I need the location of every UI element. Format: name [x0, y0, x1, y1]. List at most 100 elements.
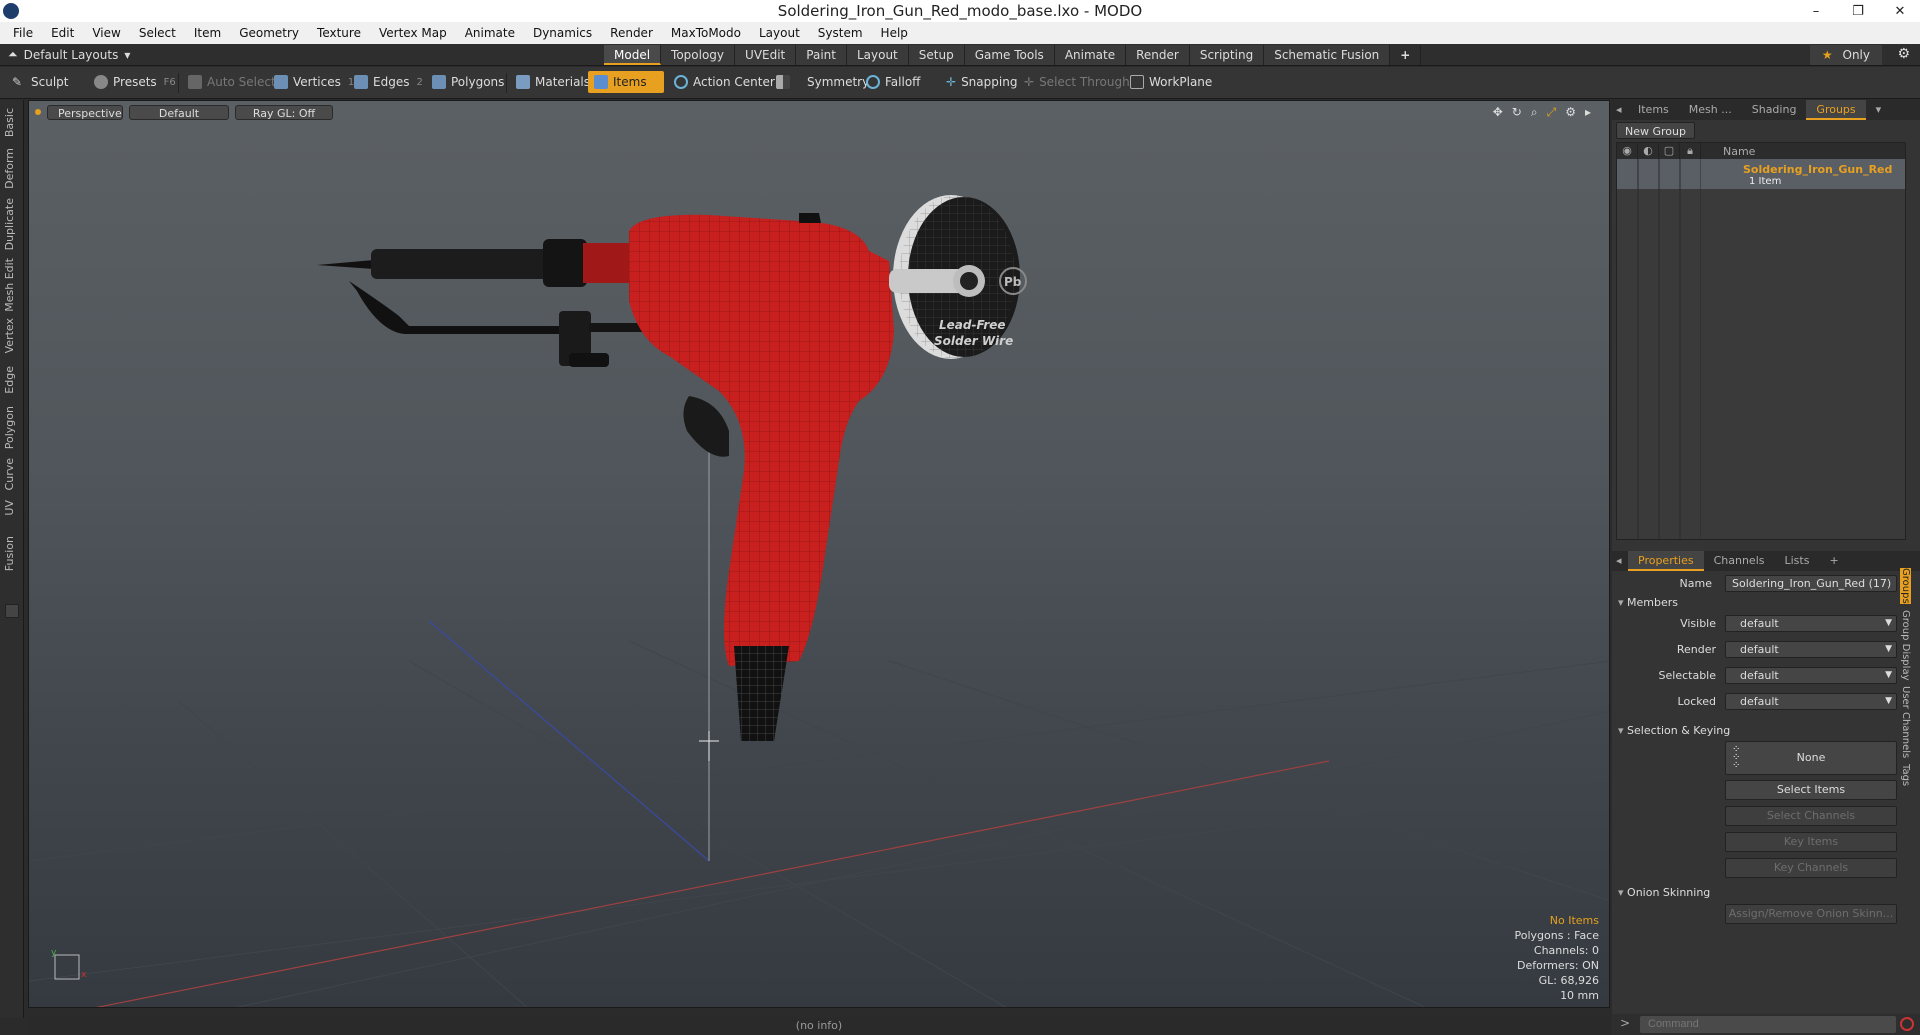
add-tab-button[interactable]: +	[1390, 45, 1422, 65]
tab-game-tools[interactable]: Game Tools	[964, 45, 1055, 65]
menu-select[interactable]: Select	[130, 26, 185, 40]
vtab-polygon[interactable]: Polygon	[3, 406, 16, 449]
assign-onion-button[interactable]: Assign/Remove Onion Skinn...	[1725, 904, 1897, 924]
tab-model[interactable]: Model	[604, 45, 662, 65]
snapping-button[interactable]: ✛ Snapping	[940, 71, 1023, 93]
vtab-fusion[interactable]: Fusion	[3, 536, 16, 571]
only-toggle[interactable]: ★ Only	[1809, 45, 1882, 65]
viewport-gear-icon[interactable]: ⚙	[1565, 105, 1576, 120]
action-center-button[interactable]: Action Center	[668, 71, 781, 93]
workplane-button[interactable]: WorkPlane	[1124, 71, 1218, 93]
minimize-button[interactable]: –	[1802, 4, 1830, 19]
sculpt-button[interactable]: ✎ Sculpt	[6, 71, 74, 93]
name-field[interactable]: Soldering_Iron_Gun_Red (17)	[1725, 574, 1897, 592]
vtab-groups[interactable]: Groups	[1900, 568, 1911, 604]
move-view-icon[interactable]: ✥	[1493, 105, 1503, 120]
vertices-button[interactable]: Vertices 1	[268, 71, 360, 93]
raygl-dropdown[interactable]: Ray GL: Off	[235, 104, 333, 120]
visible-dropdown[interactable]: default ▼	[1725, 614, 1897, 632]
command-input[interactable]	[1640, 1016, 1896, 1033]
materials-button[interactable]: Materials	[510, 71, 596, 93]
vtab-edge[interactable]: Edge	[3, 366, 16, 394]
menu-help[interactable]: Help	[872, 26, 917, 40]
tab-schematic-fusion[interactable]: Schematic Fusion	[1264, 45, 1391, 65]
menu-render[interactable]: Render	[601, 26, 662, 40]
tab-groups[interactable]: Groups	[1806, 100, 1866, 120]
selectable-dropdown[interactable]: default ▼	[1725, 666, 1897, 684]
tab-setup[interactable]: Setup	[908, 45, 965, 65]
vtab-uv[interactable]: UV	[3, 500, 16, 516]
panel-menu-icon[interactable]: ◂	[1612, 551, 1628, 571]
layout-selector[interactable]: ⏶ Default Layouts ▾	[8, 47, 130, 62]
tab-mesh[interactable]: Mesh ...	[1679, 100, 1742, 120]
menu-item[interactable]: Item	[185, 26, 230, 40]
new-group-button[interactable]: New Group	[1616, 122, 1695, 139]
add-tab-button[interactable]: +	[1819, 551, 1848, 571]
3d-viewport[interactable]: Pb Lead-Free Solder Wire Perspective Def…	[28, 100, 1610, 1008]
menu-geometry[interactable]: Geometry	[230, 26, 308, 40]
items-button[interactable]: Items	[588, 71, 664, 93]
zoom-view-icon[interactable]: ⌕	[1531, 105, 1538, 120]
none-selector[interactable]: ⁘ ⁘ ⁘ None	[1725, 741, 1897, 775]
vtab-tags[interactable]: Tags	[1900, 764, 1911, 786]
onion-skinning-section[interactable]: Onion Skinning	[1618, 886, 1710, 899]
polygons-button[interactable]: Polygons	[426, 71, 510, 93]
tab-scripting[interactable]: Scripting	[1189, 45, 1265, 65]
locked-dropdown[interactable]: default ▼	[1725, 692, 1897, 710]
tab-paint[interactable]: Paint	[796, 45, 847, 65]
menu-animate[interactable]: Animate	[456, 26, 524, 40]
menu-view[interactable]: View	[83, 26, 129, 40]
menu-texture[interactable]: Texture	[308, 26, 370, 40]
select-icon[interactable]: ▢	[1659, 143, 1680, 159]
menu-vertex-map[interactable]: Vertex Map	[370, 26, 456, 40]
close-button[interactable]: ✕	[1886, 4, 1914, 19]
record-icon[interactable]	[1900, 1017, 1914, 1031]
selection-keying-section[interactable]: Selection & Keying	[1618, 724, 1730, 737]
menu-dynamics[interactable]: Dynamics	[524, 26, 601, 40]
viewport-expand-icon[interactable]: ▸	[1585, 105, 1591, 120]
members-section[interactable]: Members	[1618, 596, 1678, 609]
key-channels-button[interactable]: Key Channels	[1725, 858, 1897, 878]
gear-icon[interactable]: ⚙	[1897, 46, 1910, 62]
tab-lists[interactable]: Lists	[1775, 551, 1820, 571]
chevron-down-icon[interactable]: ▾	[1866, 100, 1892, 120]
menu-maxtomodo[interactable]: MaxToModo	[662, 26, 750, 40]
render-icon[interactable]: ◐	[1638, 143, 1659, 159]
fit-view-icon[interactable]: ⤢	[1547, 105, 1557, 120]
tab-animate[interactable]: Animate	[1054, 45, 1127, 65]
rotate-view-icon[interactable]: ↻	[1512, 105, 1522, 120]
vtab-curve[interactable]: Curve	[3, 458, 16, 490]
eye-icon[interactable]: ◉	[1617, 143, 1638, 159]
menu-system[interactable]: System	[809, 26, 872, 40]
vtab-vertex[interactable]: Vertex	[3, 318, 16, 353]
render-dropdown[interactable]: default ▼	[1725, 640, 1897, 658]
vtab-user-channels[interactable]: User Channels	[1900, 686, 1911, 758]
tab-properties[interactable]: Properties	[1628, 551, 1704, 571]
viewport-menu-icon[interactable]	[35, 109, 41, 115]
edges-button[interactable]: Edges 2	[348, 71, 429, 93]
tab-layout[interactable]: Layout	[846, 45, 909, 65]
tab-render[interactable]: Render	[1126, 45, 1190, 65]
vtab-deform[interactable]: Deform	[3, 148, 16, 189]
select-through-button[interactable]: ✛ Select Through	[1018, 71, 1136, 93]
select-items-button[interactable]: Select Items	[1725, 780, 1897, 800]
vtab-duplicate[interactable]: Duplicate	[3, 198, 16, 250]
falloff-button[interactable]: Falloff	[860, 71, 926, 93]
tab-uvedit[interactable]: UVEdit	[735, 45, 797, 65]
menu-file[interactable]: File	[4, 26, 42, 40]
lock-icon[interactable]: 🔒︎	[1680, 143, 1701, 159]
presets-button[interactable]: Presets F6	[88, 71, 182, 93]
tab-items[interactable]: Items	[1628, 100, 1679, 120]
menu-edit[interactable]: Edit	[42, 26, 83, 40]
panel-toggle-button[interactable]	[5, 604, 19, 618]
vtab-group-display[interactable]: Group Display	[1900, 610, 1911, 680]
view-type-dropdown[interactable]: Perspective	[47, 104, 123, 120]
key-items-button[interactable]: Key Items	[1725, 832, 1897, 852]
select-channels-button[interactable]: Select Channels	[1725, 806, 1897, 826]
vtab-basic[interactable]: Basic	[3, 108, 16, 137]
shading-dropdown[interactable]: Default	[129, 104, 229, 120]
maximize-button[interactable]: ❐	[1844, 4, 1872, 19]
tab-shading[interactable]: Shading	[1742, 100, 1807, 120]
menu-layout[interactable]: Layout	[750, 26, 809, 40]
auto-select-button[interactable]: Auto Select	[182, 71, 282, 93]
